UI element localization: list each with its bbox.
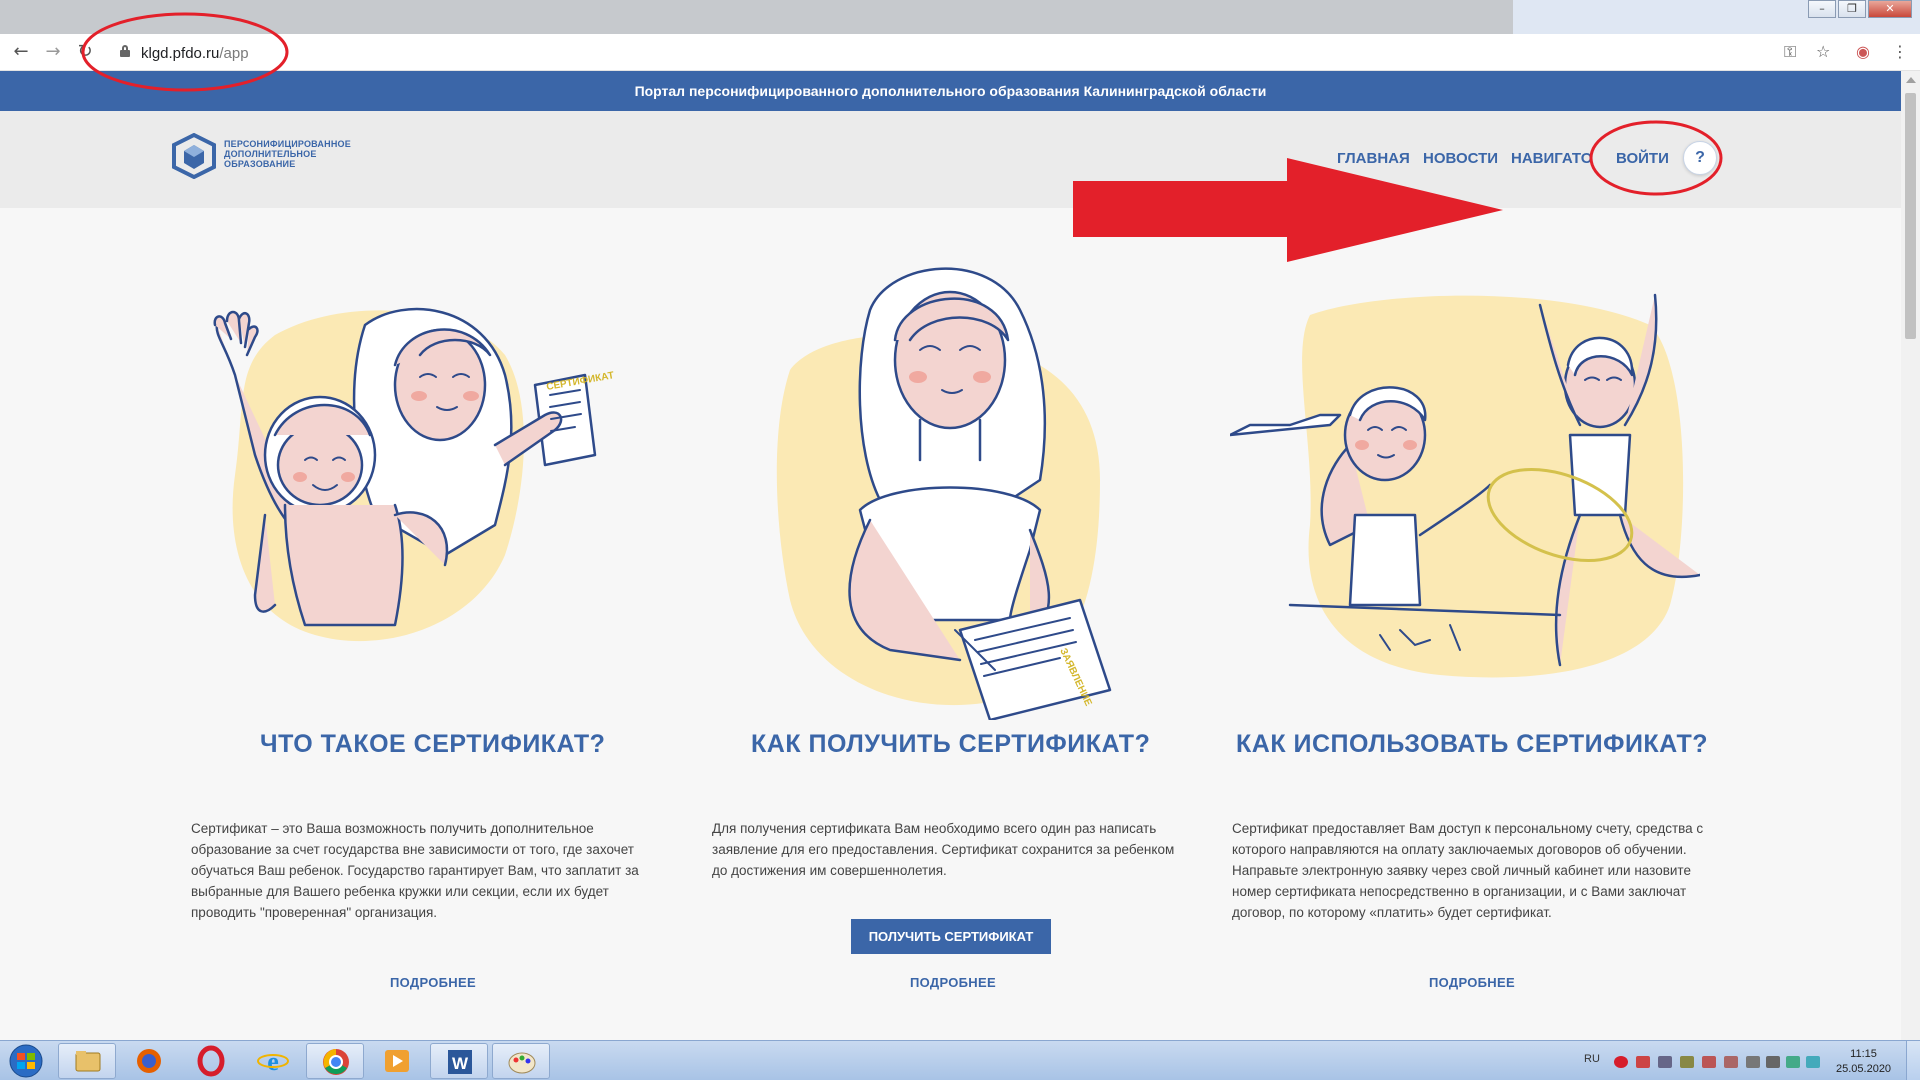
- more-link-how-use[interactable]: ПОДРОБНЕЕ: [1429, 975, 1515, 990]
- clock-time: 11:15: [1850, 1048, 1877, 1060]
- column-title-how-use: КАК ИСПОЛЬЗОВАТЬ СЕРТИФИКАТ?: [1236, 730, 1709, 758]
- clock-date: 25.05.2020: [1836, 1063, 1892, 1075]
- volume-icon[interactable]: [1766, 1056, 1780, 1068]
- firefox-taskbar-icon[interactable]: [120, 1043, 178, 1079]
- paint-taskbar-icon[interactable]: [492, 1043, 550, 1079]
- tray-icon[interactable]: [1806, 1056, 1820, 1068]
- window-controls: – ❐ ✕: [1808, 0, 1912, 18]
- nav-login[interactable]: ВОЙТИ: [1616, 150, 1669, 170]
- pfdo-logo-icon[interactable]: [170, 133, 218, 179]
- url-path: /app: [219, 45, 249, 62]
- show-desktop-button[interactable]: [1906, 1041, 1920, 1080]
- forward-arrow-icon[interactable]: →: [41, 40, 65, 64]
- logo-line: ОБРАЗОВАНИЕ: [224, 159, 296, 169]
- system-clock[interactable]: 11:15 25.05.2020: [1836, 1047, 1891, 1077]
- close-button[interactable]: ✕: [1868, 0, 1912, 18]
- windows-taskbar: e W RU 11:15 25.05.2020: [0, 1040, 1920, 1080]
- explorer-taskbar-icon[interactable]: [58, 1043, 116, 1079]
- key-icon[interactable]: ⚿: [1784, 42, 1796, 62]
- chrome-taskbar-icon[interactable]: [306, 1043, 364, 1079]
- tab-strip[interactable]: [0, 0, 1513, 34]
- logo-line: ПЕРСОНИФИЦИРОВАННОЕ: [224, 139, 351, 149]
- window-title-bar: – ❐ ✕: [0, 0, 1920, 34]
- scroll-up-icon[interactable]: [1906, 77, 1916, 83]
- column-text-how-get: Для получения сертификата Вам необходимо…: [712, 821, 1175, 878]
- column-text-how-use: Сертификат предоставляет Вам доступ к пе…: [1232, 821, 1704, 920]
- mother-child-certificate-illustration: СЕРТИФИКАТ: [213, 307, 615, 642]
- kids-activities-illustration: [1230, 293, 1700, 678]
- column-title-how-get: КАК ПОЛУЧИТЬ СЕРТИФИКАТ?: [751, 730, 1151, 758]
- page-scrollbar[interactable]: [1901, 71, 1920, 1040]
- internet-explorer-taskbar-icon[interactable]: e: [244, 1043, 302, 1079]
- minimize-button[interactable]: –: [1808, 0, 1836, 18]
- tray-icon[interactable]: [1636, 1056, 1650, 1068]
- tray-icon[interactable]: [1658, 1056, 1672, 1068]
- opera-taskbar-icon[interactable]: [182, 1043, 240, 1079]
- tray-icon[interactable]: [1724, 1056, 1738, 1068]
- start-button[interactable]: [4, 1043, 48, 1079]
- opera-tray-icon[interactable]: [1614, 1056, 1628, 1068]
- lock-icon[interactable]: [120, 45, 130, 57]
- get-certificate-button[interactable]: ПОЛУЧИТЬ СЕРТИФИКАТ: [851, 919, 1051, 954]
- nav-navigator[interactable]: НАВИГАТОР: [1511, 150, 1593, 170]
- tray-icon[interactable]: [1680, 1056, 1694, 1068]
- portal-banner: Портал персонифицированного дополнительн…: [0, 71, 1901, 111]
- tray-icon[interactable]: [1702, 1056, 1716, 1068]
- restore-button[interactable]: ❐: [1838, 0, 1866, 18]
- svg-text:W: W: [452, 1054, 469, 1073]
- tray-icon[interactable]: [1786, 1056, 1800, 1068]
- more-link-how-get[interactable]: ПОДРОБНЕЕ: [910, 975, 996, 990]
- address-bar[interactable]: klgd.pfdo.ru/app: [141, 45, 249, 62]
- logo-text[interactable]: ПЕРСОНИФИЦИРОВАННОЕ ДОПОЛНИТЕЛЬНОЕ ОБРАЗ…: [224, 139, 351, 169]
- network-icon[interactable]: [1746, 1056, 1760, 1068]
- more-link-what[interactable]: ПОДРОБНЕЕ: [390, 975, 476, 990]
- logo-line: ДОПОЛНИТЕЛЬНОЕ: [224, 149, 317, 159]
- bookmark-star-icon[interactable]: ☆: [1816, 42, 1830, 61]
- url-host: klgd.pfdo.ru: [141, 45, 220, 62]
- scrollbar-thumb[interactable]: [1905, 93, 1916, 339]
- woman-application-illustration: ЗАЯВЛЕНИЕ: [776, 267, 1112, 720]
- word-taskbar-icon[interactable]: W: [430, 1043, 488, 1079]
- nav-news[interactable]: НОВОСТИ: [1423, 150, 1498, 170]
- svg-text:e: e: [267, 1047, 279, 1076]
- back-arrow-icon[interactable]: ←: [9, 40, 33, 64]
- extension-icon[interactable]: ◉: [1856, 42, 1870, 61]
- column-text-what: Сертификат – это Ваша возможность получи…: [191, 821, 639, 920]
- nav-home[interactable]: ГЛАВНАЯ: [1337, 150, 1410, 170]
- column-title-what: ЧТО ТАКОЕ СЕРТИФИКАТ?: [260, 730, 606, 758]
- media-player-taskbar-icon[interactable]: [368, 1043, 426, 1079]
- help-button[interactable]: ?: [1683, 141, 1717, 175]
- menu-dots-icon[interactable]: ⋮: [1892, 42, 1908, 61]
- browser-toolbar: ← → ↻ klgd.pfdo.ru/app ⚿ ☆ ◉ ⋮: [0, 34, 1920, 71]
- reload-icon[interactable]: ↻: [73, 40, 97, 64]
- language-indicator[interactable]: RU: [1584, 1053, 1600, 1065]
